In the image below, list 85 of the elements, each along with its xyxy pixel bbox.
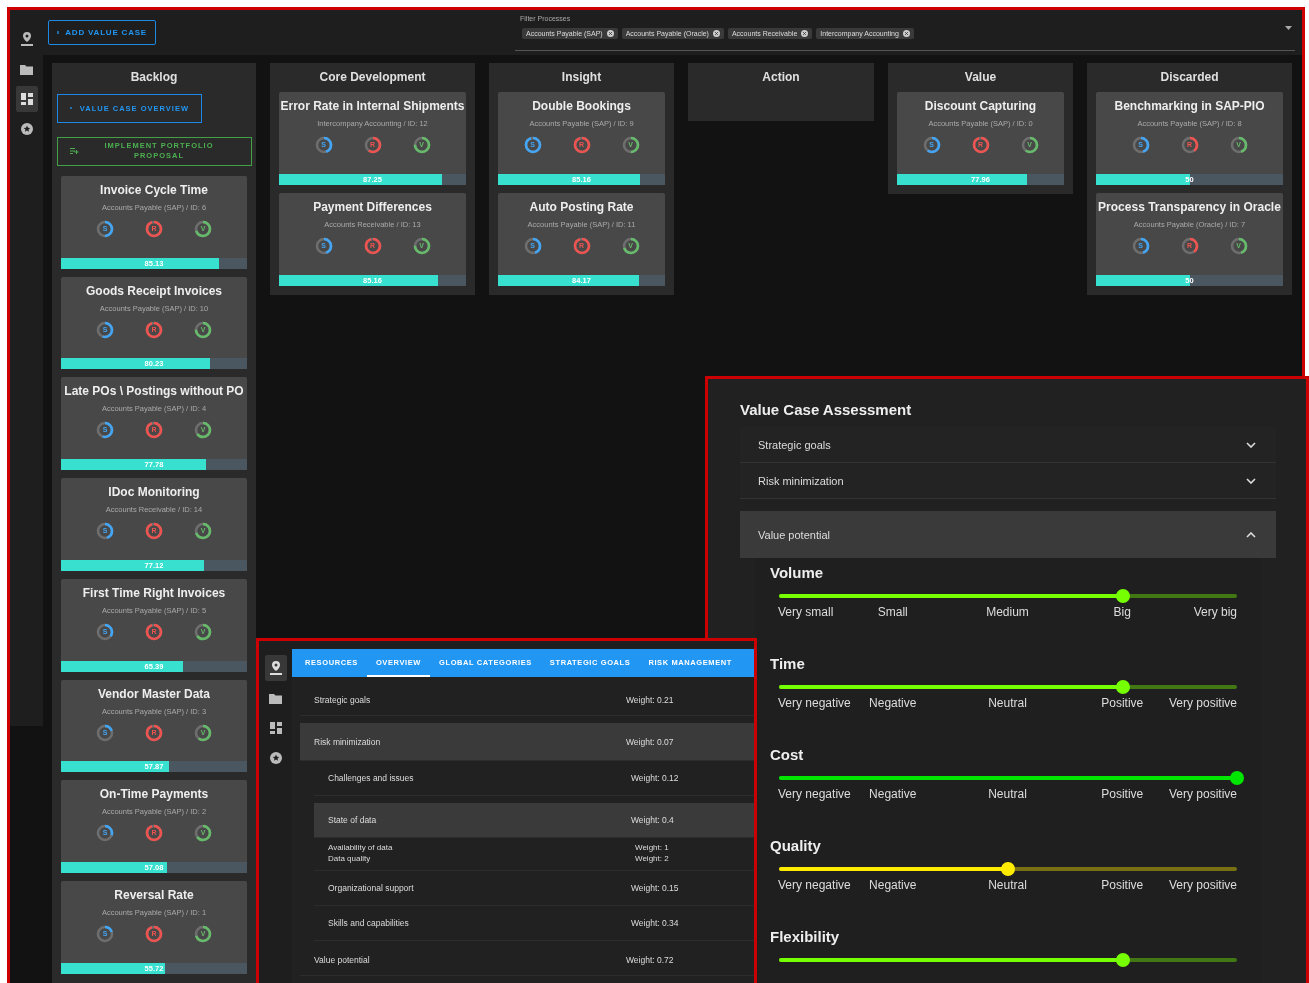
card-title: Invoice Cycle Time: [100, 182, 208, 197]
category-name: State of data: [328, 815, 378, 825]
column-title: Core Development: [319, 70, 426, 84]
tick-label: Very positive: [1168, 878, 1237, 892]
category-row[interactable]: Organizational support Weight: 0.15: [314, 871, 754, 906]
criterion-name: Availability of data: [328, 842, 394, 853]
close-icon[interactable]: [712, 30, 720, 37]
category-row[interactable]: Skills and capabilities Weight: 0.34: [314, 906, 754, 941]
category-row[interactable]: Strategic goals Weight: 0.21: [300, 685, 754, 716]
criterion-weight: Weight: 1: [635, 842, 669, 853]
tick-label: Very big: [1193, 605, 1237, 619]
tick-label: Neutral: [988, 878, 1027, 892]
tick-label: Positive: [1101, 696, 1144, 710]
slider-label: Volume: [770, 564, 825, 581]
category-name: Challenges and issues: [328, 773, 415, 783]
card-title: Error Rate in Internal Shipments: [280, 99, 465, 113]
close-icon[interactable]: [606, 30, 614, 37]
tick-label: Neutral: [988, 696, 1027, 710]
category-name: Organizational support: [328, 883, 415, 893]
column-title: Discarded: [1160, 70, 1219, 84]
category-row[interactable]: State of data Weight: 0.4: [314, 803, 754, 838]
card-title: IDoc Monitoring: [108, 485, 200, 500]
column-title: Action: [762, 70, 800, 84]
category-row[interactable]: Risk minimization Weight: 0.07: [300, 723, 754, 761]
chevron-down-icon: [1246, 441, 1256, 448]
category-name: Skills and capabilities: [328, 918, 410, 928]
tick-label: Very negative: [778, 696, 851, 710]
tick-label: Positive: [1101, 787, 1144, 801]
tick-label: Positive: [1101, 878, 1144, 892]
close-icon[interactable]: [801, 30, 809, 37]
tick-label: Very negative: [778, 878, 851, 892]
card-title: Payment Differences: [313, 200, 432, 214]
slider-label: Flexibility: [770, 928, 841, 945]
card-title: Auto Posting Rate: [529, 200, 634, 214]
card-title: Discount Capturing: [924, 99, 1037, 113]
pin-icon[interactable]: [264, 655, 287, 681]
card-title: Late POs \ Postings without PO: [64, 384, 244, 399]
tick-label: Negative: [869, 878, 917, 892]
category-weight: Weight: 0.21: [626, 695, 674, 705]
category-name: Risk minimization: [314, 736, 382, 747]
playlist-add-icon: [70, 148, 79, 155]
criterion-name: Data quality: [328, 853, 372, 864]
add-value-case-button[interactable]: ADD VALUE CASE: [48, 20, 156, 45]
card-title: Benchmarking in SAP-PIO: [1114, 99, 1265, 113]
category-weight: Weight: 0.34: [631, 918, 679, 928]
category-weight: Weight: 0.12: [631, 773, 679, 783]
category-weight: Weight: 0.72: [626, 955, 674, 965]
tick-label: Very small: [778, 605, 834, 619]
card-title: Process Transparency in Oracle: [1098, 200, 1281, 214]
tick-label: Very negative: [778, 787, 851, 801]
card-title: First Time Right Invoices: [82, 585, 226, 600]
tick-label: Very positive: [1168, 696, 1237, 710]
criterion-weight: Weight: 2: [635, 853, 669, 864]
tick-label: Very positive: [1168, 787, 1237, 801]
slider-label: Cost: [770, 746, 805, 763]
chevron-up-icon: [1246, 531, 1256, 538]
column-title: Backlog: [130, 70, 178, 84]
card-title: Vendor Master Data: [97, 686, 210, 701]
dashboard-icon[interactable]: [15, 86, 38, 112]
tick-label: Small: [877, 605, 908, 619]
card-title: Double Bookings: [532, 99, 631, 113]
category-row[interactable]: Value potential Weight: 0.72: [300, 945, 754, 976]
category-name: Strategic goals: [314, 695, 372, 705]
chevron-down-icon: [1246, 477, 1256, 484]
card-title: Reversal Rate: [114, 888, 194, 903]
category-weight: Weight: 0.4: [631, 815, 674, 825]
category-name: Value potential: [314, 955, 371, 965]
tick-label: Neutral: [988, 787, 1027, 801]
tick-label: Negative: [869, 696, 917, 710]
slider-label: Quality: [770, 837, 822, 854]
tick-label: Big: [1113, 605, 1131, 619]
dropdown-caret-icon[interactable]: [1285, 26, 1292, 30]
close-icon[interactable]: [902, 30, 910, 37]
column-title: Insight: [561, 70, 602, 84]
tick-label: Negative: [869, 787, 917, 801]
tick-label: Medium: [986, 605, 1029, 619]
category-row[interactable]: Challenges and issues Weight: 0.12: [314, 761, 754, 796]
slider-label: Time: [770, 655, 806, 672]
accordion-header[interactable]: Value potential: [740, 511, 1276, 558]
card-title: On-Time Payments: [99, 787, 209, 802]
category-weight: Weight: 0.07: [626, 736, 674, 747]
column-title: Value: [964, 70, 997, 84]
card-title: Goods Receipt Invoices: [85, 283, 222, 298]
category-weight: Weight: 0.15: [631, 883, 679, 893]
panel-title: Value Case Assessment: [740, 401, 913, 418]
